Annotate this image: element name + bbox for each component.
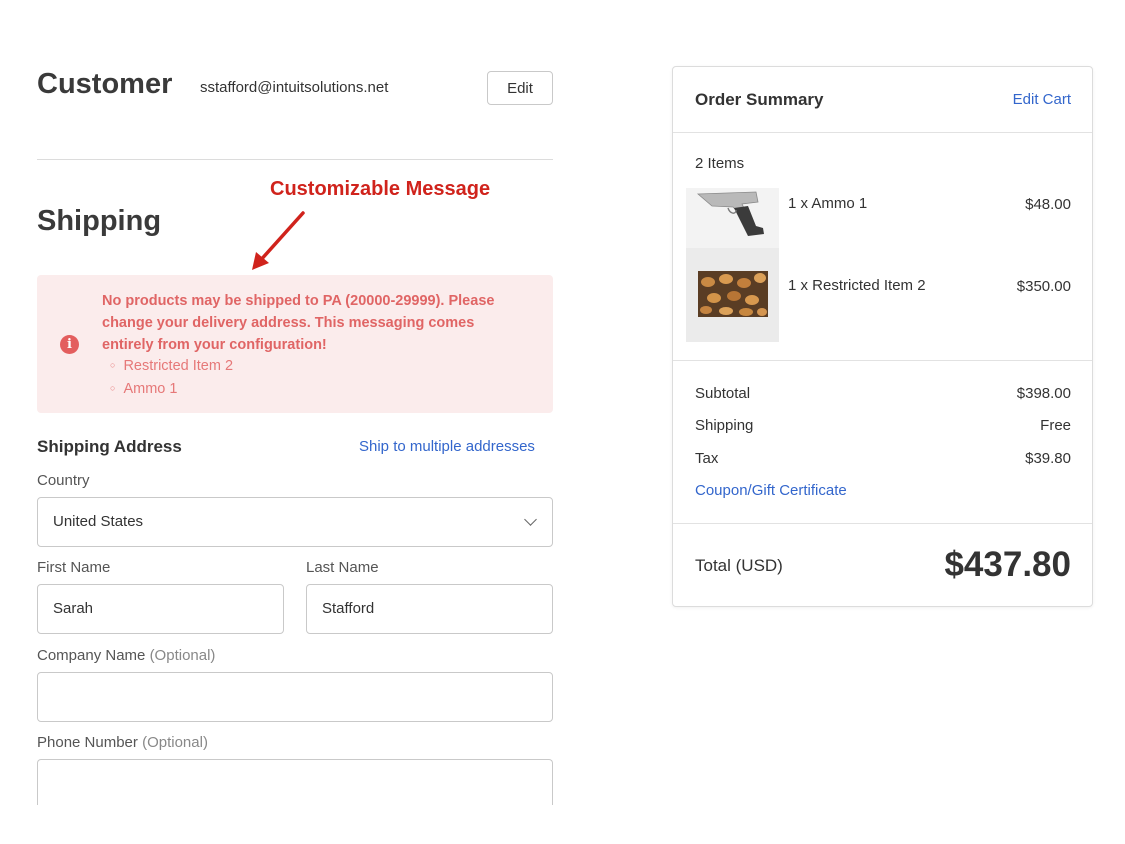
phone-label-text: Phone Number: [37, 734, 138, 751]
phone-label: Phone Number (Optional): [37, 734, 208, 751]
total-label: Total (USD): [695, 556, 783, 575]
item-thumbnails: [686, 188, 779, 342]
alert-message: No products may be shipped to PA (20000-…: [102, 293, 495, 353]
restricted-items-list: Restricted Item 2 Ammo 1: [110, 355, 233, 401]
summary-divider: [673, 132, 1092, 133]
items-count: 2 Items: [695, 155, 745, 172]
restriction-alert: i No products may be shipped to PA (2000…: [37, 275, 553, 413]
tax-value: $39.80: [1025, 450, 1071, 467]
first-name-label: First Name: [37, 559, 111, 576]
info-icon: i: [60, 335, 79, 354]
country-select[interactable]: United States: [37, 497, 553, 547]
order-summary-title: Order Summary: [695, 90, 824, 109]
chevron-down-icon: [524, 513, 537, 526]
last-name-field[interactable]: Stafford: [306, 584, 553, 634]
cart-item-name: 1 x Restricted Item 2: [788, 277, 926, 294]
tax-label: Tax: [695, 450, 719, 467]
annotation-arrow-icon: [252, 211, 305, 270]
cart-item-name: 1 x Ammo 1: [788, 195, 868, 212]
total-value: $437.80: [944, 545, 1071, 584]
ship-to-multiple-link[interactable]: Ship to multiple addresses: [359, 438, 535, 455]
company-field[interactable]: [37, 672, 553, 722]
company-label-text: Company Name: [37, 647, 146, 664]
edit-customer-button[interactable]: Edit: [487, 71, 553, 105]
cart-item-price: $48.00: [1025, 196, 1071, 213]
last-name-label: Last Name: [306, 559, 379, 576]
optional-hint: (Optional): [142, 734, 208, 751]
cart-item-price: $350.00: [1016, 278, 1071, 295]
edit-cart-link[interactable]: Edit Cart: [1013, 91, 1071, 108]
list-item: Ammo 1: [110, 378, 233, 401]
optional-hint: (Optional): [149, 647, 216, 664]
company-label: Company Name (Optional): [37, 647, 215, 664]
subtotal-label: Subtotal: [695, 385, 751, 402]
pistol-image: [686, 188, 779, 248]
country-value: United States: [53, 513, 144, 530]
order-summary-panel: Order Summary Edit Cart 2 Items 1 x Ammo…: [672, 66, 1093, 607]
phone-field[interactable]: [37, 759, 553, 805]
shipping-address-title: Shipping Address: [37, 437, 182, 456]
section-divider: [37, 159, 553, 160]
customer-title: Customer: [37, 68, 173, 100]
summary-divider: [673, 523, 1092, 524]
country-label: Country: [37, 472, 90, 489]
annotation-label: Customizable Message: [270, 178, 491, 200]
shipping-title: Shipping: [37, 205, 162, 237]
summary-divider: [673, 360, 1092, 361]
customer-email: sstafford@intuitsolutions.net: [200, 79, 389, 96]
first-name-field[interactable]: Sarah: [37, 584, 284, 634]
list-item: Restricted Item 2: [110, 355, 233, 378]
shipping-cost-label: Shipping: [695, 417, 754, 434]
coupon-gift-certificate-link[interactable]: Coupon/Gift Certificate: [695, 482, 847, 499]
ammunition-image: [686, 268, 779, 328]
shipping-cost-value: Free: [1040, 417, 1071, 434]
subtotal-value: $398.00: [1016, 385, 1071, 402]
